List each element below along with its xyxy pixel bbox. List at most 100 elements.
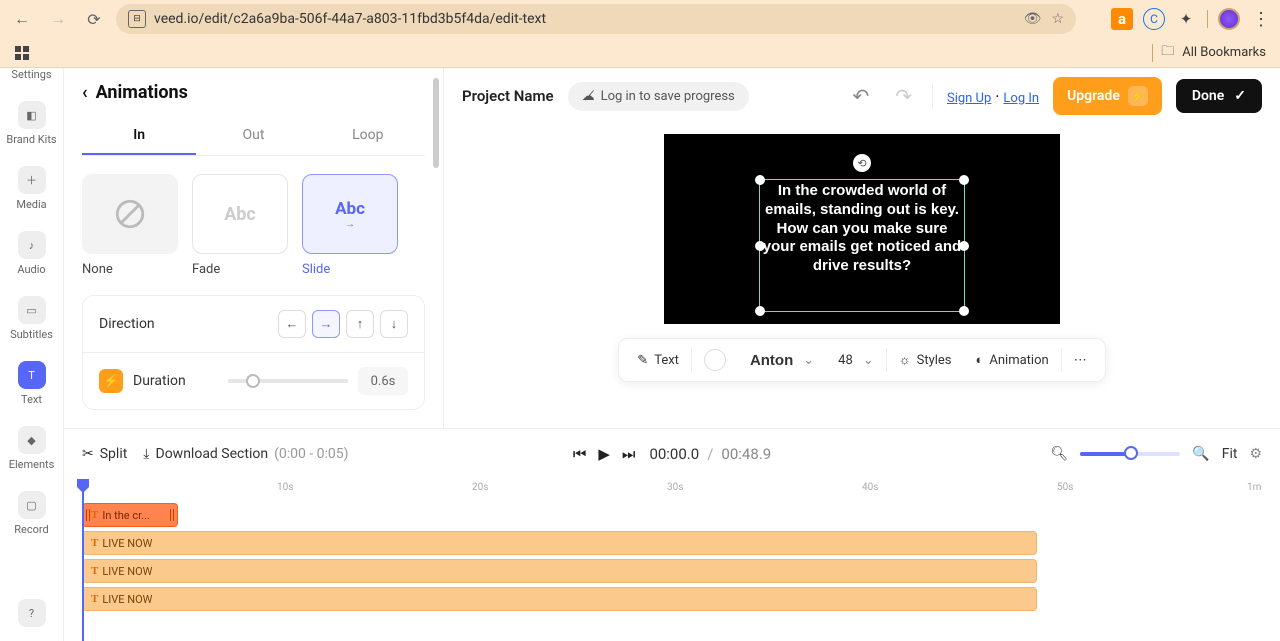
eye-off-icon[interactable]: 👁 <box>1024 11 1042 27</box>
zoom-in-button[interactable]: 🔍 <box>1192 446 1209 462</box>
timeline-ruler[interactable]: 10s 20s 30s 40s 50s 1m <box>82 479 1262 499</box>
resize-handle[interactable] <box>959 306 969 316</box>
timeline-clip[interactable]: TLIVE NOW <box>82 587 1037 611</box>
timeline[interactable]: 10s 20s 30s 40s 50s 1m TIn the cr... TLI… <box>64 479 1280 641</box>
resize-handle[interactable] <box>959 241 969 251</box>
duration-slider[interactable] <box>228 379 348 383</box>
skip-back-button[interactable]: ⏮ <box>573 445 587 463</box>
signup-link[interactable]: Sign Up <box>947 91 991 106</box>
resize-handle[interactable] <box>755 306 765 316</box>
apps-icon[interactable] <box>14 45 30 61</box>
divider <box>1152 44 1153 62</box>
more-button[interactable]: ⋯ <box>1062 345 1099 375</box>
timeline-clip-selected[interactable]: TIn the cr... <box>82 503 178 527</box>
back-chevron-icon[interactable]: ‹ <box>82 82 88 103</box>
redo-button[interactable]: ↷ <box>889 84 918 108</box>
shapes-icon: ◆ <box>18 426 46 454</box>
animation-button[interactable]: ◐Animation <box>964 345 1061 375</box>
tab-loop[interactable]: Loop <box>311 117 425 155</box>
tab-out[interactable]: Out <box>196 117 310 155</box>
chevron-down-icon: ⌄ <box>803 353 814 368</box>
done-button[interactable]: Done✓ <box>1176 79 1262 113</box>
animation-slide[interactable]: Abc → <box>302 174 398 254</box>
subtitles-icon: ▭ <box>18 296 46 324</box>
text-icon: T <box>91 537 98 549</box>
browser-menu-icon[interactable]: ⋮ <box>1250 8 1272 30</box>
rotate-handle[interactable]: ⟲ <box>853 154 871 172</box>
text-color[interactable] <box>692 345 738 375</box>
animation-none[interactable] <box>82 174 178 254</box>
back-button[interactable]: ← <box>8 5 36 33</box>
timeline-clip[interactable]: TLIVE NOW <box>82 559 1037 583</box>
forward-button[interactable]: → <box>44 5 72 33</box>
color-swatch <box>704 349 726 371</box>
duration-value[interactable]: 0.6s <box>358 367 408 395</box>
zoom-slider[interactable] <box>1080 452 1180 456</box>
url-text: veed.io/edit/c2a6a9ba-506f-44a7-a803-11f… <box>154 11 546 27</box>
resize-handle[interactable] <box>959 175 969 185</box>
all-bookmarks-link[interactable]: All Bookmarks <box>1182 45 1266 60</box>
login-hint[interactable]: ☁̸ Log in to save progress <box>568 82 749 111</box>
styles-button[interactable]: ☼Styles <box>887 345 964 375</box>
text-tool[interactable]: ✎Text <box>625 345 691 375</box>
project-name[interactable]: Project Name <box>462 87 554 105</box>
text-toolbar: ✎Text Anton⌄ 48⌄ ☼Styles ◐Animation ⋯ <box>618 338 1105 382</box>
skip-forward-button[interactable]: ⏭ <box>622 445 636 463</box>
animation-fade[interactable]: Abc <box>192 174 288 254</box>
login-link[interactable]: Log In <box>1003 91 1039 106</box>
timeline-settings-button[interactable]: ⚙ <box>1249 446 1262 462</box>
font-size[interactable]: 48⌄ <box>826 345 886 375</box>
video-canvas[interactable]: In the crowded world of emails, standing… <box>664 134 1060 324</box>
direction-left[interactable]: ← <box>278 310 306 338</box>
split-button[interactable]: ✂Split <box>82 446 127 462</box>
scissors-icon: ✂ <box>82 446 94 462</box>
extensions-icon[interactable]: ✦ <box>1175 8 1197 30</box>
text-icon: T <box>91 565 98 577</box>
tab-in[interactable]: In <box>82 117 196 155</box>
play-button[interactable]: ▶ <box>598 445 610 463</box>
profile-avatar[interactable] <box>1218 8 1240 30</box>
direction-down[interactable]: ↓ <box>380 310 408 338</box>
font-picker[interactable]: Anton⌄ <box>738 345 826 375</box>
resize-handle[interactable] <box>755 175 765 185</box>
browser-toolbar: ← → ⟳ ⊟ veed.io/edit/c2a6a9ba-506f-44a7-… <box>0 0 1280 38</box>
chevron-down-icon: ⌄ <box>863 353 874 368</box>
help-icon: ? <box>18 599 46 627</box>
direction-right[interactable]: → <box>312 310 340 338</box>
none-icon <box>113 197 147 231</box>
undo-button[interactable]: ↶ <box>846 84 875 108</box>
url-bar[interactable]: ⊟ veed.io/edit/c2a6a9ba-506f-44a7-a803-1… <box>116 4 1076 34</box>
upgrade-button[interactable]: Upgrade⚡ <box>1053 77 1162 115</box>
sidebar-item-audio[interactable]: ♪Audio <box>0 227 63 280</box>
download-section-button[interactable]: ⤓Download Section (0:00 - 0:05) <box>143 446 348 462</box>
star-icon[interactable]: ☆ <box>1051 11 1064 27</box>
direction-up[interactable]: ↑ <box>346 310 374 338</box>
fit-button[interactable]: Fit <box>1222 446 1238 462</box>
playhead[interactable] <box>82 479 84 641</box>
sidebar-item-media[interactable]: ＋Media <box>0 162 63 215</box>
timeline-toolbar: ✂Split ⤓Download Section (0:00 - 0:05) ⏮… <box>64 429 1280 479</box>
sidebar-item-help[interactable]: ? <box>0 595 63 631</box>
sidebar-item-record[interactable]: ▢Record <box>0 487 63 540</box>
sidebar-item-settings[interactable]: Settings <box>0 68 63 85</box>
resize-handle[interactable] <box>755 241 765 251</box>
sidebar-item-brand-kits[interactable]: ◧Brand Kits <box>0 97 63 150</box>
extension-a-icon[interactable]: a <box>1111 8 1133 30</box>
text-selection-box[interactable]: ⟲ <box>759 179 965 312</box>
timeline-clip[interactable]: TLIVE NOW <box>82 531 1037 555</box>
music-note-icon: ♪ <box>18 231 46 259</box>
text-icon: T <box>18 361 46 389</box>
zoom-out-button[interactable]: 🔍︎ <box>1050 446 1068 462</box>
sidebar-item-elements[interactable]: ◆Elements <box>0 422 63 475</box>
cloud-off-icon: ☁̸ <box>582 89 595 104</box>
site-settings-icon[interactable]: ⊟ <box>128 10 146 28</box>
text-icon: T <box>91 593 98 605</box>
duration-label: Duration <box>133 373 186 389</box>
extension-c-icon[interactable]: C <box>1143 8 1165 30</box>
sidebar-item-text[interactable]: TText <box>0 357 63 410</box>
plus-icon: ＋ <box>18 166 46 194</box>
reload-button[interactable]: ⟳ <box>80 5 108 33</box>
check-icon: ✓ <box>1234 88 1246 104</box>
dots-icon: ⋯ <box>1074 353 1087 368</box>
sidebar-item-subtitles[interactable]: ▭Subtitles <box>0 292 63 345</box>
